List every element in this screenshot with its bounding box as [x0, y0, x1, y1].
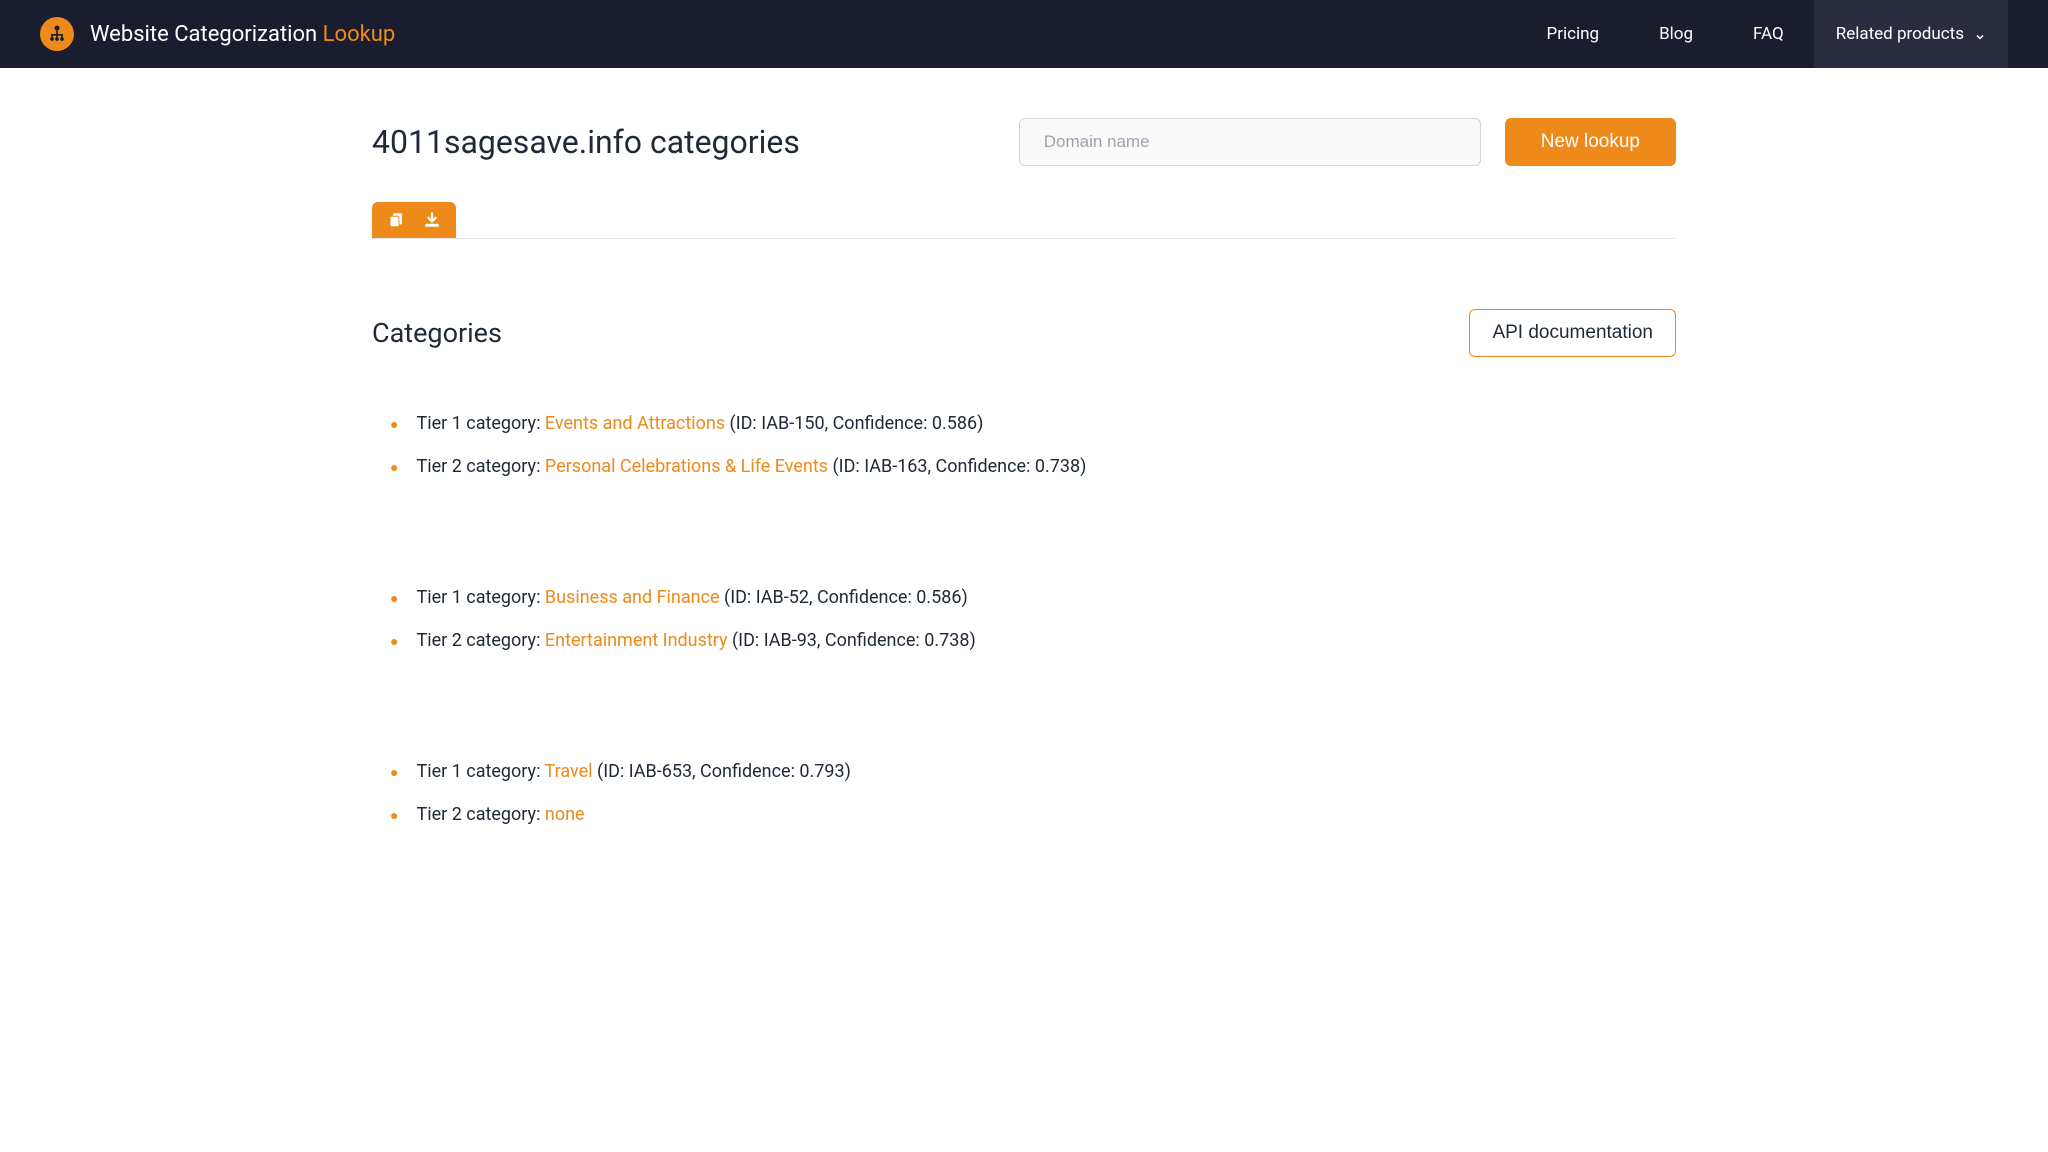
tier-label: Tier 1 category:: [416, 587, 544, 608]
list-item: ● Tier 1 category: Business and Finance …: [372, 587, 1676, 608]
brand-accent: Lookup: [323, 22, 396, 47]
main-nav: Pricing Blog FAQ Related products: [1516, 0, 2008, 68]
bullet-icon: ●: [390, 418, 398, 432]
category-meta: (ID: IAB-52, Confidence: 0.586): [720, 587, 968, 608]
categories-header: Categories API documentation: [372, 309, 1676, 357]
copy-icon[interactable]: [386, 210, 406, 230]
bullet-icon: ●: [390, 766, 398, 780]
logo-text: Website Categorization Lookup: [90, 22, 395, 47]
main-container: 4011sagesave.info categories New lookup: [332, 68, 1716, 905]
nav-related-products[interactable]: Related products: [1814, 0, 2008, 68]
category-group: ● Tier 1 category: Events and Attraction…: [372, 413, 1676, 477]
categories-section: Categories API documentation ● Tier 1 ca…: [372, 309, 1676, 825]
category-meta: (ID: IAB-93, Confidence: 0.738): [728, 630, 976, 651]
category-link[interactable]: none: [545, 804, 585, 825]
list-item: ● Tier 2 category: none: [372, 804, 1676, 825]
bullet-icon: ●: [390, 461, 398, 475]
domain-input[interactable]: [1019, 118, 1481, 166]
category-meta: (ID: IAB-150, Confidence: 0.586): [725, 413, 983, 434]
nav-faq[interactable]: FAQ: [1723, 0, 1814, 68]
category-link[interactable]: Entertainment Industry: [545, 630, 728, 651]
category-link[interactable]: Personal Celebrations & Life Events: [545, 456, 828, 477]
tier-label: Tier 1 category:: [416, 413, 544, 434]
tier-label: Tier 1 category:: [416, 761, 544, 782]
site-header: Website Categorization Lookup Pricing Bl…: [0, 0, 2048, 68]
new-lookup-button[interactable]: New lookup: [1505, 118, 1676, 166]
nav-blog[interactable]: Blog: [1629, 0, 1723, 68]
bullet-icon: ●: [390, 809, 398, 823]
category-link[interactable]: Travel: [545, 761, 593, 782]
bullet-icon: ●: [390, 635, 398, 649]
api-documentation-button[interactable]: API documentation: [1469, 309, 1676, 357]
nav-related-label: Related products: [1836, 24, 1964, 44]
page-title: 4011sagesave.info categories: [372, 123, 800, 161]
chevron-down-icon: [1974, 28, 1986, 40]
list-item: ● Tier 2 category: Entertainment Industr…: [372, 630, 1676, 651]
search-area: New lookup: [1019, 118, 1676, 166]
download-icon[interactable]: [422, 210, 442, 230]
tier-label: Tier 2 category:: [416, 456, 544, 477]
category-meta: (ID: IAB-163, Confidence: 0.738): [828, 456, 1086, 477]
category-group: ● Tier 1 category: Business and Finance …: [372, 587, 1676, 651]
tier-label: Tier 2 category:: [416, 630, 544, 651]
bullet-icon: ●: [390, 592, 398, 606]
category-link[interactable]: Business and Finance: [545, 587, 720, 608]
list-item: ● Tier 1 category: Travel (ID: IAB-653, …: [372, 761, 1676, 782]
category-meta: (ID: IAB-653, Confidence: 0.793): [593, 761, 851, 782]
toolbar-row: [372, 202, 1676, 239]
action-pill: [372, 202, 456, 238]
list-item: ● Tier 1 category: Events and Attraction…: [372, 413, 1676, 434]
category-link[interactable]: Events and Attractions: [545, 413, 725, 434]
nav-pricing[interactable]: Pricing: [1516, 0, 1629, 68]
logo-icon: [40, 17, 74, 51]
categories-title: Categories: [372, 317, 502, 349]
tier-label: Tier 2 category:: [416, 804, 544, 825]
logo-area[interactable]: Website Categorization Lookup: [40, 17, 395, 51]
category-group: ● Tier 1 category: Travel (ID: IAB-653, …: [372, 761, 1676, 825]
brand-main: Website Categorization: [90, 22, 323, 47]
top-row: 4011sagesave.info categories New lookup: [372, 118, 1676, 166]
list-item: ● Tier 2 category: Personal Celebrations…: [372, 456, 1676, 477]
